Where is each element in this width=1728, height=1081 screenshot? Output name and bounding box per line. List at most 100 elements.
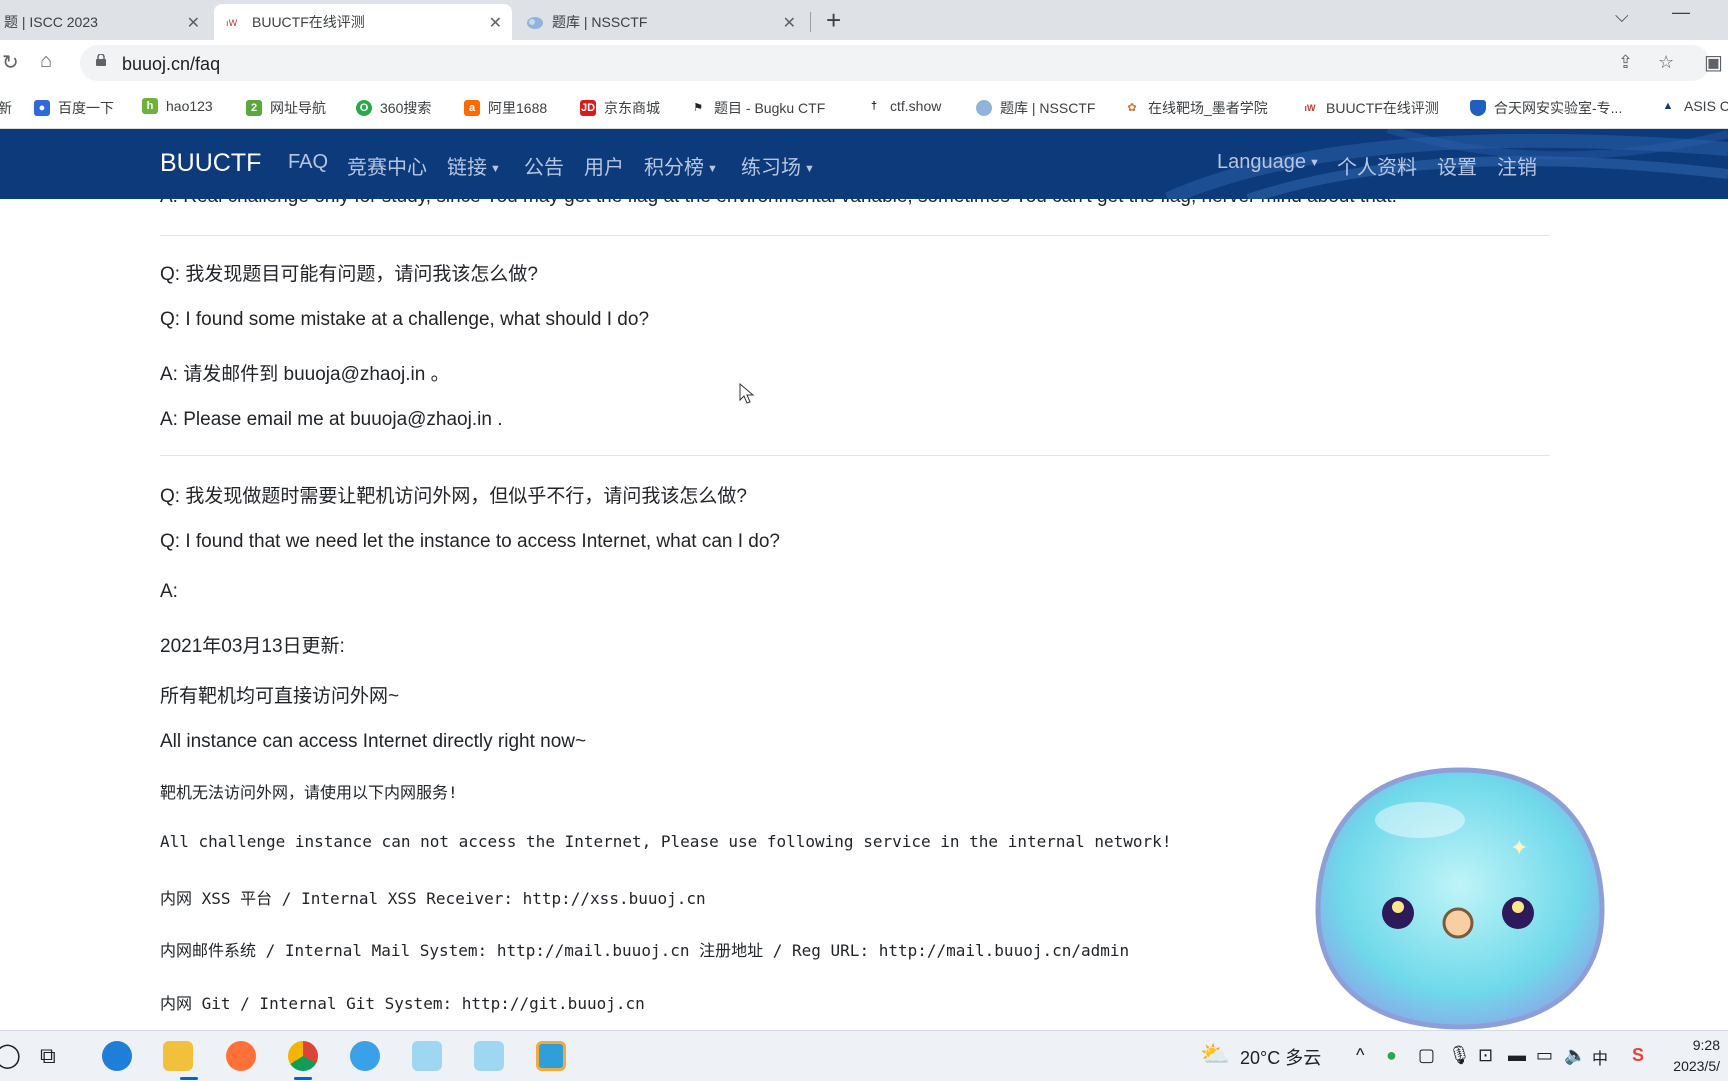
meeting-tray-icon[interactable]: ▢ bbox=[1418, 1045, 1435, 1066]
nav-logout[interactable]: 注销 bbox=[1497, 151, 1537, 180]
nssctf-favicon-icon bbox=[526, 14, 543, 30]
nssctf-icon bbox=[976, 100, 992, 116]
buuctf-icon: ıW bbox=[1304, 103, 1316, 113]
sogou-ime-icon[interactable]: S bbox=[1632, 1045, 1644, 1066]
clock-time: 9:28 bbox=[1692, 1037, 1720, 1053]
faq-q2-cn: Q: 我发现题目可能有问题，请问我该怎么做? bbox=[160, 264, 538, 285]
faq-update-cn: 所有靶机均可直接访问外网~ bbox=[160, 686, 400, 707]
app-icon[interactable] bbox=[536, 1041, 566, 1071]
input-method-icon[interactable]: 中 bbox=[1592, 1045, 1608, 1069]
tray-chevron-icon[interactable]: ^ bbox=[1356, 1045, 1364, 1066]
nav-announcements[interactable]: 公告 bbox=[524, 151, 564, 180]
url-text[interactable]: buuoj.cn/faq bbox=[122, 54, 220, 75]
nav-practice[interactable]: 练习场 ▼ bbox=[741, 151, 815, 180]
bookmark-mozhe[interactable]: ✿ 在线靶场_墨者学院 bbox=[1124, 98, 1267, 118]
bookmark-hao123[interactable]: h hao123 bbox=[142, 98, 213, 114]
tab-label: 题 | ISCC 2023 bbox=[4, 14, 98, 30]
tab-nssctf[interactable]: 题库 | NSSCTF ✕ bbox=[514, 4, 806, 40]
bookmark-buuctf[interactable]: ıW BUUCTF在线评测 bbox=[1302, 98, 1439, 118]
service-git: 内网 Git / Internal Git System: http://git… bbox=[160, 994, 645, 1013]
weather-text[interactable]: 20°C 多云 bbox=[1240, 1044, 1321, 1070]
share-icon[interactable]: ⇪ bbox=[1618, 52, 1633, 73]
clipped-answer-region: A: Real challenge only for study, since … bbox=[0, 199, 1728, 209]
2345-icon: 2 bbox=[246, 100, 262, 116]
note-cn: 靶机无法访问外网，请使用以下内网服务! bbox=[160, 783, 458, 802]
search-circle-icon[interactable]: ◯ bbox=[0, 1041, 21, 1070]
bookmark-baidu[interactable]: ● 百度一下 bbox=[34, 98, 114, 118]
svg-text:✦: ✦ bbox=[1510, 836, 1528, 861]
bookmark-ctfshow[interactable]: † ctf.show bbox=[866, 98, 941, 114]
nav-language[interactable]: Language ▼ bbox=[1217, 151, 1320, 174]
nav-links[interactable]: 链接 ▼ bbox=[447, 151, 501, 180]
bookmarks-bar: 新 ●百度一下 hhao123 2网址导航 O360搜索 a阿里1688 JD京… bbox=[0, 88, 1728, 129]
faq-a2-cn: A: 请发邮件到 buuoja@zhaoj.in 。 bbox=[160, 364, 450, 385]
edge-icon[interactable] bbox=[102, 1041, 132, 1071]
360-search-icon: O bbox=[356, 100, 372, 116]
battery-icon[interactable]: ▬ bbox=[1508, 1045, 1526, 1066]
bookmark-star-icon[interactable]: ☆ bbox=[1658, 52, 1674, 73]
volume-icon[interactable]: 🔈 bbox=[1564, 1045, 1586, 1066]
tab-buuctf[interactable]: ıW BUUCTF在线评测 ✕ bbox=[214, 4, 512, 40]
buuctf-favicon-icon: ıW bbox=[226, 14, 242, 30]
nav-faq[interactable]: FAQ bbox=[288, 151, 328, 174]
service-xss: 内网 XSS 平台 / Internal XSS Receiver: http:… bbox=[160, 889, 706, 908]
bookmark-bugku[interactable]: ⚑ 题目 - Bugku CTF bbox=[690, 98, 825, 118]
bookmark-jd[interactable]: JD 京东商城 bbox=[580, 98, 660, 118]
nav-settings[interactable]: 设置 bbox=[1437, 151, 1477, 180]
site-brand[interactable]: BUUCTF bbox=[160, 149, 261, 178]
mouse-cursor-icon bbox=[739, 383, 755, 404]
clock-date: 2023/5/ bbox=[1673, 1058, 1720, 1074]
nav-users[interactable]: 用户 bbox=[584, 151, 624, 180]
live-wallpaper-icon[interactable] bbox=[412, 1041, 442, 1071]
new-tab-button[interactable]: + bbox=[826, 5, 841, 36]
network-icon[interactable]: ▭ bbox=[1536, 1045, 1553, 1066]
wechat-tray-icon[interactable]: ● bbox=[1386, 1045, 1397, 1066]
nav-profile[interactable]: 个人资料 bbox=[1337, 151, 1417, 180]
tab-search-chevron-icon[interactable]: ⌵ bbox=[1615, 6, 1629, 27]
bookmark-hetian[interactable]: 合天网安实验室-专... bbox=[1470, 98, 1622, 118]
close-icon[interactable]: ✕ bbox=[187, 13, 200, 33]
browser-tab-bar: 题 | ISCC 2023 ✕ ıW BUUCTF在线评测 ✕ 题库 | NSS… bbox=[0, 0, 1728, 40]
bookmark-2345[interactable]: 2 网址导航 bbox=[246, 98, 326, 118]
service-mail: 内网邮件系统 / Internal Mail System: http://ma… bbox=[160, 941, 1130, 960]
ctfshow-icon: † bbox=[870, 100, 878, 112]
os-taskbar: ◯ ⧉ ⛅ 20°C 多云 ^ ● ▢ 🎙 ⊡ ▬ ▭ 🔈 中 S 9:28 2… bbox=[0, 1030, 1728, 1081]
divider bbox=[160, 235, 1550, 236]
nav-competitions[interactable]: 竞赛中心 bbox=[347, 151, 427, 180]
faq-q3-en: Q: I found that we need let the instance… bbox=[160, 531, 780, 552]
close-icon[interactable]: ✕ bbox=[783, 13, 796, 33]
tab-separator bbox=[810, 12, 811, 32]
bookmark-nssctf[interactable]: 题库 | NSSCTF bbox=[976, 98, 1095, 118]
live-wallpaper-icon[interactable] bbox=[474, 1041, 504, 1071]
faq-update-date: 2021年03月13日更新: bbox=[160, 636, 345, 657]
address-bar[interactable]: buuoj.cn/faq ⇪ ☆ bbox=[80, 45, 1710, 81]
chrome-icon[interactable] bbox=[288, 1041, 318, 1071]
qq-icon[interactable] bbox=[350, 1041, 380, 1071]
svg-text:ıW: ıW bbox=[226, 19, 238, 29]
system-clock[interactable]: 9:28 2023/5/ bbox=[1673, 1035, 1720, 1077]
minimize-icon[interactable]: — bbox=[1672, 2, 1690, 23]
tab-iscc[interactable]: 题 | ISCC 2023 ✕ bbox=[0, 4, 210, 40]
bookmark-1688[interactable]: a 阿里1688 bbox=[464, 98, 547, 118]
caret-down-icon: ▼ bbox=[490, 162, 501, 175]
microphone-icon[interactable]: 🎙 bbox=[1448, 1045, 1471, 1066]
task-view-icon[interactable]: ⧉ bbox=[40, 1043, 56, 1069]
nav-scoreboard[interactable]: 积分榜 ▼ bbox=[644, 151, 718, 180]
site-navbar: BUUCTF FAQ 竞赛中心 链接 ▼ 公告 用户 积分榜 ▼ 练习场 ▼ Lang… bbox=[0, 129, 1728, 199]
firefox-icon[interactable] bbox=[226, 1041, 256, 1071]
side-panel-icon[interactable]: ▣ bbox=[1704, 50, 1723, 75]
faq-partial-answer: A: Real challenge only for study, since … bbox=[160, 199, 1397, 208]
capture-tray-icon[interactable]: ⊡ bbox=[1478, 1045, 1493, 1066]
flag-icon: ⚑ bbox=[693, 102, 703, 114]
1688-icon: a bbox=[464, 100, 480, 116]
mozhe-icon: ✿ bbox=[1127, 102, 1137, 114]
bookmark-item[interactable]: 新 bbox=[0, 98, 12, 118]
bookmark-360[interactable]: O 360搜索 bbox=[356, 98, 431, 118]
bookmark-asis[interactable]: ▲ ASIS C bbox=[1660, 98, 1728, 114]
faq-a3-label: A: bbox=[160, 581, 178, 602]
weather-cloud-icon[interactable]: ⛅ bbox=[1200, 1040, 1230, 1069]
file-explorer-icon[interactable] bbox=[163, 1041, 193, 1071]
close-icon[interactable]: ✕ bbox=[489, 13, 502, 33]
reload-icon[interactable]: ↻ bbox=[2, 50, 19, 75]
home-icon[interactable]: ⌂ bbox=[40, 50, 52, 73]
